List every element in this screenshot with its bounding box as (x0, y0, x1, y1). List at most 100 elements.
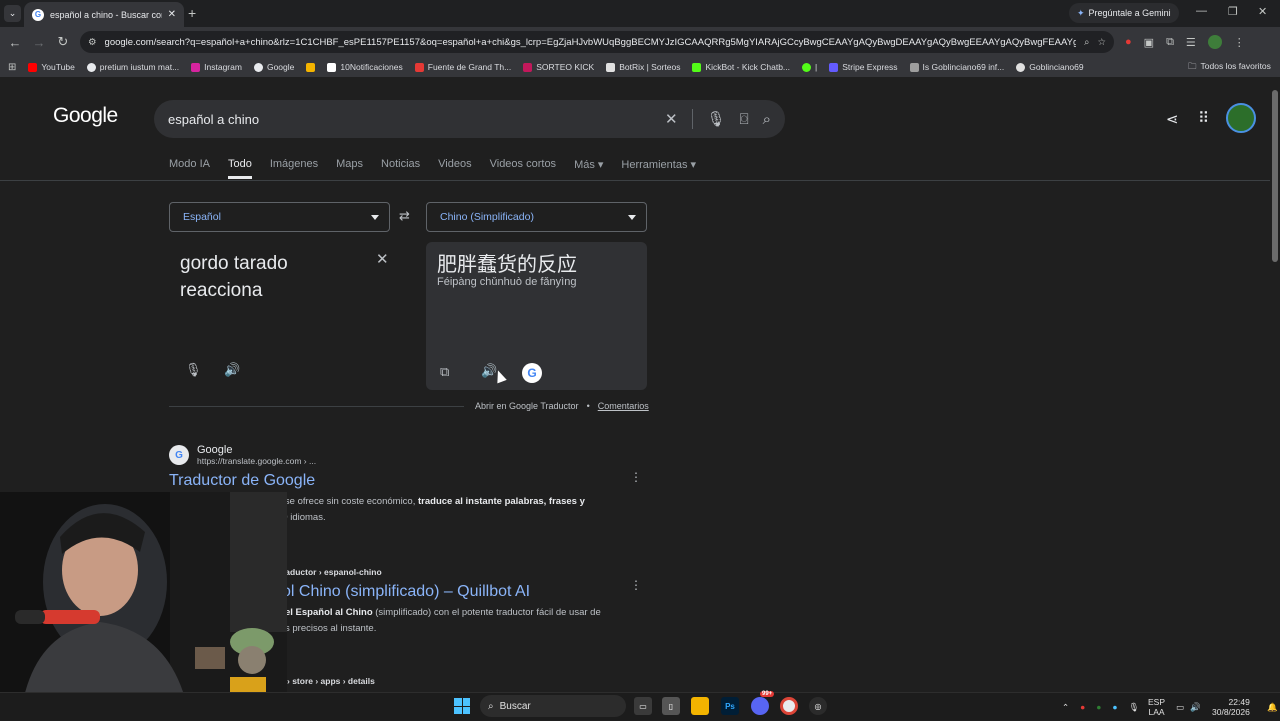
active-tab[interactable]: G español a chino - Buscar con ✕ (24, 2, 184, 27)
maximize-icon[interactable]: ❐ (1228, 5, 1238, 18)
chrome-menu-icon[interactable]: ⋮ (1234, 36, 1245, 49)
bookmark-botrix[interactable]: BotRix | Sorteos (606, 62, 680, 72)
taskbar-search-label: Buscar (499, 700, 531, 712)
google-lens-icon[interactable]: ⌼ (740, 111, 749, 128)
source-language-select[interactable]: Español (169, 202, 390, 232)
clock[interactable]: 22:49 30/8/2026 (1212, 693, 1250, 721)
forward-arrow-icon[interactable]: → (27, 30, 51, 54)
address-bar[interactable]: ⚙ google.com/search?q=español+a+chino&rl… (80, 31, 1114, 53)
quick-settings[interactable]: ▭ 🔊 (1176, 693, 1201, 721)
app-icon[interactable]: ◎ (809, 697, 827, 715)
url-text: google.com/search?q=español+a+chino&rlz=… (104, 36, 1077, 48)
extension-icon[interactable]: ▣ (1144, 36, 1154, 49)
reload-icon[interactable]: ↻ (51, 30, 75, 54)
tab-title: español a chino - Buscar con (50, 9, 162, 20)
tab-imagenes[interactable]: Imágenes (270, 158, 318, 179)
bookmark-notificaciones[interactable]: 10Notificaciones (327, 62, 403, 72)
tab-mas[interactable]: Más ▾ (574, 158, 603, 179)
microphone-icon[interactable]: 🎙 (185, 362, 202, 378)
zoom-icon[interactable]: ⌕ (1084, 37, 1089, 48)
more-options-icon[interactable]: ⋮ (630, 470, 642, 484)
google-g-icon[interactable]: G (522, 363, 542, 383)
clear-text-icon[interactable]: ✕ (376, 250, 389, 268)
copy-icon[interactable]: ⧉ (440, 364, 449, 380)
minimize-icon[interactable]: — (1196, 5, 1207, 17)
microphone-icon[interactable]: 🎙 (1129, 702, 1140, 713)
search-box[interactable]: español a chino ✕ 🎙 ⌼ ⌕ (154, 100, 785, 138)
discord-icon[interactable]: 99+ (751, 691, 775, 715)
tab-search-button[interactable]: ⌄ (4, 5, 21, 22)
bookmark-unnamed[interactable] (306, 62, 316, 72)
scrollbar-thumb[interactable] (1272, 90, 1278, 262)
bookmark-label: 10Notificaciones (340, 62, 403, 72)
extension-red-icon[interactable]: ● (1125, 36, 1132, 48)
back-arrow-icon[interactable]: ← (3, 30, 27, 54)
close-tab-icon[interactable]: ✕ (168, 9, 176, 20)
more-options-icon[interactable]: ⋮ (630, 578, 642, 592)
google-logo[interactable]: Google (53, 104, 118, 128)
bookmark-kickbot[interactable]: KickBot - Kick Chatb... (692, 62, 790, 72)
taskbar-search[interactable]: ⌕ Buscar (480, 695, 626, 717)
tab-videos-cortos[interactable]: Videos cortos (490, 158, 556, 179)
language-indicator[interactable]: ESP LAA (1148, 693, 1165, 721)
notification-icon[interactable]: 🔔 (1267, 693, 1278, 721)
snippet-text: (simplificado) con el potente traductor … (372, 607, 601, 618)
tab-maps[interactable]: Maps (336, 158, 363, 179)
windows-start-icon[interactable] (454, 698, 470, 714)
microphone-icon[interactable]: 🎙 (707, 110, 726, 128)
app-icon[interactable]: ▯ (662, 697, 680, 715)
extensions-puzzle-icon[interactable]: ⧉ (1166, 36, 1174, 49)
source-text[interactable]: gordo tarado reacciona (180, 250, 370, 304)
tab-videos[interactable]: Videos (438, 158, 471, 179)
chevron-up-icon[interactable]: ⌃ (1062, 702, 1069, 713)
file-explorer-icon[interactable] (691, 697, 709, 715)
folder-label: Todos los favoritos (1200, 61, 1271, 71)
page-scrollbar[interactable] (1270, 80, 1280, 692)
bookmark-fuente[interactable]: Fuente de Grand Th... (414, 62, 511, 72)
all-bookmarks-folder[interactable]: 🗀 Todos los favoritos (1188, 61, 1271, 75)
swap-languages-icon[interactable]: ⇄ (399, 208, 410, 224)
instagram-icon (191, 62, 201, 72)
bookmark-separator[interactable]: | (802, 62, 817, 72)
bookmark-goblinciano-info[interactable]: Is Goblinciano69 inf... (909, 62, 1004, 72)
reading-list-icon[interactable]: ☰ (1186, 36, 1196, 49)
close-window-icon[interactable]: ✕ (1258, 5, 1267, 18)
source-text-panel[interactable]: gordo tarado reacciona ✕ 🎙 🔊 (169, 242, 409, 390)
profile-avatar[interactable] (1207, 35, 1222, 49)
bookmark-stripe[interactable]: Stripe Express (829, 62, 898, 72)
share-icon[interactable]: ⋖ (1166, 110, 1179, 128)
bookmark-goblinciano[interactable]: Goblinciano69 (1016, 62, 1084, 72)
chrome-icon[interactable] (780, 697, 798, 715)
bookmark-sorteo-kick[interactable]: SORTEO KICK (523, 62, 594, 72)
bookmark-instagram[interactable]: Instagram (191, 62, 242, 72)
bookmark-pretium[interactable]: pretium iustum mat... (86, 62, 179, 72)
open-translator-link[interactable]: Abrir en Google Traductor (475, 401, 579, 411)
tab-noticias[interactable]: Noticias (381, 158, 420, 179)
target-language-select[interactable]: Chino (Simplificado) (426, 202, 647, 232)
colorful-icon (306, 62, 316, 72)
tab-herramientas[interactable]: Herramientas ▾ (621, 158, 696, 179)
tab-todo[interactable]: Todo (227, 158, 252, 179)
clear-search-icon[interactable]: ✕ (665, 110, 678, 128)
task-view-icon[interactable]: ▭ (634, 697, 652, 715)
search-query[interactable]: español a chino (168, 112, 665, 127)
photoshop-icon[interactable]: Ps (721, 697, 739, 715)
apps-grid-icon[interactable]: ⊞ (8, 62, 16, 73)
site-info-icon[interactable]: ⚙ (88, 37, 97, 48)
account-avatar[interactable] (1226, 103, 1256, 133)
bookmark-star-icon[interactable]: ☆ (1097, 37, 1106, 48)
feedback-link[interactable]: Comentarios (598, 401, 649, 411)
tray-app-icon[interactable]: ● (1096, 702, 1101, 712)
bookmark-youtube[interactable]: YouTube (28, 62, 75, 72)
tray-app-icon[interactable]: ● (1112, 702, 1117, 712)
result-source[interactable]: G Google https://translate.google.com › … (169, 444, 649, 466)
bookmark-google[interactable]: Google (253, 62, 294, 72)
google-apps-icon[interactable]: ⠿ (1198, 109, 1209, 127)
search-icon[interactable]: ⌕ (763, 111, 771, 128)
tray-app-icon[interactable]: ● (1080, 702, 1085, 712)
speaker-icon[interactable]: 🔊 (224, 362, 240, 378)
result-title[interactable]: Traductor de Google (169, 472, 649, 490)
tab-modo-ia[interactable]: Modo IA (169, 158, 210, 179)
gemini-button[interactable]: ✦ Pregúntale a Gemini (1069, 3, 1179, 23)
new-tab-button[interactable]: + (188, 5, 196, 21)
